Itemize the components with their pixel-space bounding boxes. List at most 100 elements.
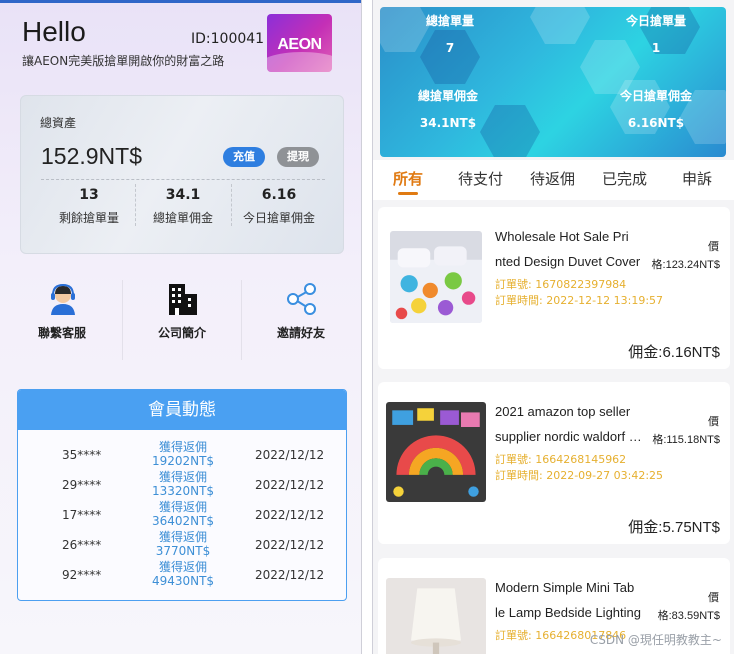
logo-text: AEON <box>277 36 322 53</box>
stat-label: 總搶單佣金 <box>152 211 213 225</box>
banner-label: 今日搶單佣金 <box>619 89 692 103</box>
share-icon <box>287 283 316 315</box>
order-title-line2: supplier nordic waldorf toys <box>495 429 643 444</box>
banner-value: 7 <box>445 41 455 55</box>
order-time: 訂單時間: 2022-12-12 13:19:57 <box>495 294 664 307</box>
order-card[interactable]: 2021 amazon top seller supplier nordic w… <box>378 382 730 544</box>
tab-completed[interactable]: 已完成 <box>602 168 647 189</box>
asset-value: 152.9NT$ <box>41 143 143 169</box>
order-commission: 佣金:6.16NT$ <box>628 344 720 361</box>
order-price: 格:83.59NT$ <box>657 610 720 622</box>
action-amount: 19202NT$ <box>151 454 215 468</box>
banner-value: 34.1NT$ <box>419 116 477 130</box>
stat-value: 6.16 <box>261 187 297 203</box>
order-status-tabs: 所有 待支付 待返佣 已完成 申訴 <box>373 160 734 200</box>
member-date: 2022/12/12 <box>255 568 325 582</box>
customer-service-icon <box>51 283 75 315</box>
stat-value: 34.1 <box>165 187 201 203</box>
asset-label: 總資產 <box>40 116 77 130</box>
building-icon <box>169 284 197 315</box>
order-price-label: 價 <box>708 240 719 253</box>
list-item: 26**** 獲得返佣 3770NT$ 2022/12/12 <box>18 530 346 560</box>
order-stats-banner: 總搶單量 7 今日搶單量 1 總搶單佣金 34.1NT$ 今日搶單佣金 6.16… <box>380 7 726 157</box>
user-id: ID:100041 <box>191 31 265 47</box>
member-id: 92**** <box>62 568 102 582</box>
asset-divider <box>41 179 325 180</box>
shortcut-company-profile[interactable]: 公司簡介 <box>122 272 242 364</box>
member-activity-panel: 會員動態 35**** 獲得返佣 19202NT$ 2022/12/12 29*… <box>17 389 347 601</box>
shortcut-invite-friends[interactable]: 邀請好友 <box>241 272 361 364</box>
logo-wave <box>267 52 332 72</box>
product-thumbnail-duvet <box>390 231 482 323</box>
recharge-button[interactable]: 充值 <box>223 147 265 167</box>
order-title-line2: le Lamp Bedside Lighting <box>495 605 641 620</box>
shortcut-label: 公司簡介 <box>157 326 206 340</box>
action-label: 獲得返佣 <box>158 440 207 454</box>
shortcut-label: 聯繫客服 <box>37 326 86 340</box>
order-title-line1: 2021 amazon top seller <box>495 404 631 419</box>
list-item: 29**** 獲得返佣 13320NT$ 2022/12/12 <box>18 470 346 500</box>
stat-value: 13 <box>79 187 99 203</box>
withdraw-button[interactable]: 提現 <box>277 147 319 167</box>
stat-label: 今日搶單佣金 <box>242 211 315 225</box>
action-amount: 3770NT$ <box>155 544 211 558</box>
product-thumbnail-toys <box>386 402 486 502</box>
stat-today-commission: 6.16 今日搶單佣金 <box>231 187 327 226</box>
orders-screen: 總搶單量 7 今日搶單量 1 總搶單佣金 34.1NT$ 今日搶單佣金 6.16… <box>372 0 734 654</box>
member-id: 17**** <box>62 508 102 522</box>
asset-card: 總資產 152.9NT$ 充值 提現 13 剩餘搶單量 34.1 總搶單佣金 6… <box>20 95 344 254</box>
member-date: 2022/12/12 <box>255 508 325 522</box>
order-card[interactable]: Wholesale Hot Sale Pri nted Design Duvet… <box>378 207 730 369</box>
stat-remaining-orders: 13 剩餘搶單量 <box>41 187 137 226</box>
tab-appeal[interactable]: 申訴 <box>682 168 712 189</box>
banner-label: 今日搶單量 <box>625 14 686 28</box>
order-price: 格:123.24NT$ <box>651 259 720 271</box>
banner-total-orders: 總搶單量 7 <box>380 12 520 55</box>
order-commission: 佣金:5.75NT$ <box>628 519 720 536</box>
tab-pending-commission[interactable]: 待返佣 <box>530 168 575 189</box>
member-action: 獲得返佣 19202NT$ <box>128 440 238 468</box>
order-title-line1: Wholesale Hot Sale Pri <box>495 229 629 244</box>
order-title-line2: nted Design Duvet Cover <box>495 254 641 269</box>
tab-all[interactable]: 所有 <box>393 168 423 189</box>
active-tab-indicator <box>398 192 418 195</box>
order-price-label: 價 <box>708 591 719 604</box>
banner-value: 6.16NT$ <box>627 116 685 130</box>
member-date: 2022/12/12 <box>255 448 325 462</box>
order-title-line1: Modern Simple Mini Tab <box>495 580 635 595</box>
order-time: 訂單時間: 2022-09-27 03:42:25 <box>495 469 664 482</box>
shortcut-label: 邀請好友 <box>276 326 325 340</box>
order-price: 格:115.18NT$ <box>652 434 720 446</box>
list-item: 35**** 獲得返佣 19202NT$ 2022/12/12 <box>18 440 346 470</box>
stat-label: 剩餘搶單量 <box>58 211 119 225</box>
banner-total-commission: 總搶單佣金 34.1NT$ <box>380 87 518 130</box>
product-thumbnail-lamp <box>386 578 486 654</box>
member-action: 獲得返佣 49430NT$ <box>128 560 238 588</box>
member-activity-title: 會員動態 <box>18 390 346 430</box>
list-item: 17**** 獲得返佣 36402NT$ 2022/12/12 <box>18 500 346 530</box>
shortcut-customer-service[interactable]: 聯繫客服 <box>2 272 122 364</box>
member-id: 35**** <box>62 448 102 462</box>
order-price-label: 價 <box>708 415 719 428</box>
action-amount: 36402NT$ <box>151 514 215 528</box>
member-activity-list: 35**** 獲得返佣 19202NT$ 2022/12/12 29**** 獲… <box>18 430 346 600</box>
tab-pending-payment[interactable]: 待支付 <box>458 168 503 189</box>
member-action: 獲得返佣 13320NT$ <box>128 470 238 498</box>
stat-total-commission: 34.1 總搶單佣金 <box>135 187 231 226</box>
home-screen: Hello ID:100041 讓AEON完美版搶單開啟你的財富之路 AEON … <box>0 0 362 654</box>
slogan: 讓AEON完美版搶單開啟你的財富之路 <box>22 54 225 68</box>
banner-label: 總搶單量 <box>425 14 474 28</box>
member-action: 獲得返佣 36402NT$ <box>128 500 238 528</box>
banner-value: 1 <box>651 41 661 55</box>
order-number: 訂單號: 1664268145962 <box>495 453 627 466</box>
action-amount: 49430NT$ <box>151 574 215 588</box>
banner-label: 總搶單佣金 <box>417 89 478 103</box>
member-id: 26**** <box>62 538 102 552</box>
member-action: 獲得返佣 3770NT$ <box>128 530 238 558</box>
member-date: 2022/12/12 <box>255 538 325 552</box>
order-number: 訂單號: 1670822397984 <box>495 278 627 291</box>
action-label: 獲得返佣 <box>158 470 207 484</box>
aeon-logo: AEON <box>267 14 332 72</box>
banner-today-orders: 今日搶單量 1 <box>586 12 726 55</box>
banner-hex <box>530 7 590 44</box>
